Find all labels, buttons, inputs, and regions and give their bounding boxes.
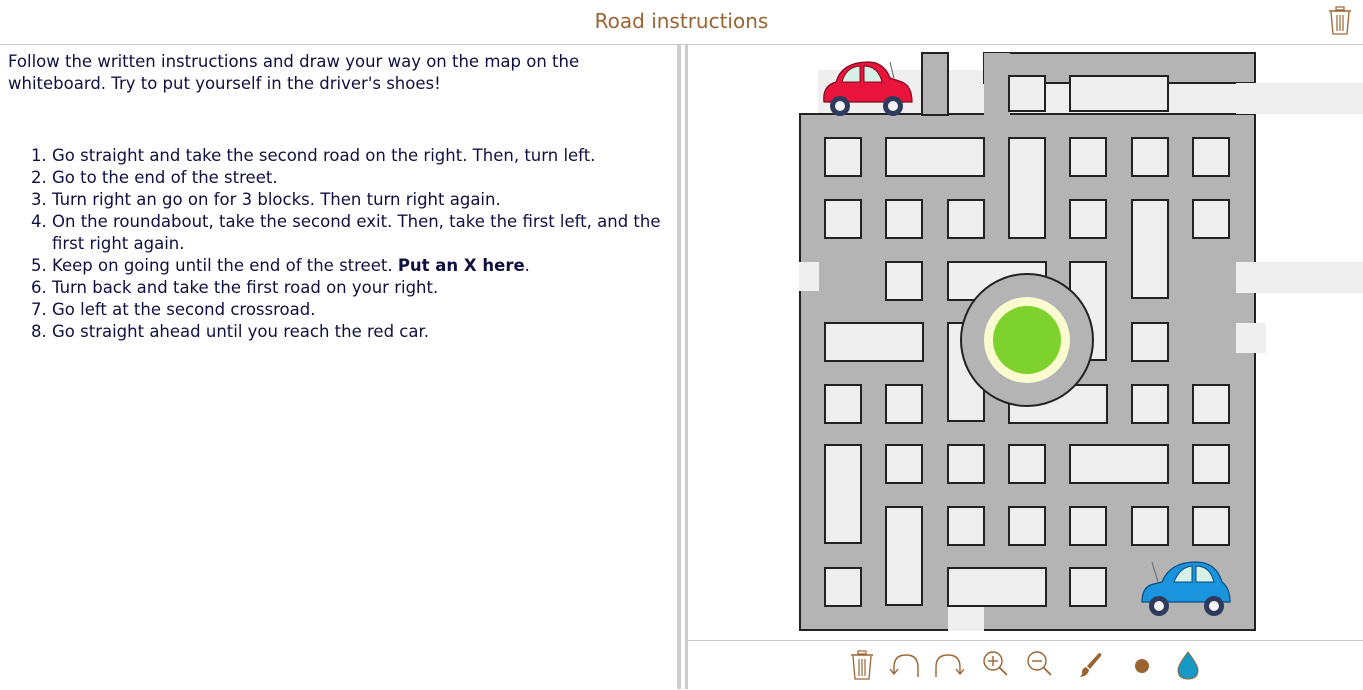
city-block (947, 444, 985, 484)
city-block (947, 506, 985, 546)
instruction-step: Go straight ahead until you reach the re… (52, 321, 672, 343)
instruction-step: Go to the end of the street. (52, 167, 672, 189)
instruction-step: Go straight and take the second road on … (52, 145, 672, 167)
redo-icon[interactable] (932, 649, 964, 681)
map-edge (1236, 83, 1363, 114)
instruction-list: Go straight and take the second road on … (8, 145, 672, 343)
city-block (1008, 444, 1046, 484)
city-block (1069, 567, 1107, 607)
city-block (1131, 384, 1169, 424)
city-block (1131, 199, 1169, 299)
city-block (885, 444, 923, 484)
undo-icon[interactable] (890, 649, 922, 681)
city-block (1008, 137, 1046, 239)
drawing-toolbar (688, 640, 1363, 690)
city-block (1192, 137, 1230, 177)
city-block (1069, 75, 1169, 112)
panel-splitter[interactable] (677, 45, 681, 689)
city-block (885, 506, 923, 606)
city-block (885, 261, 923, 301)
city-block (824, 199, 862, 239)
city-block (1069, 444, 1169, 484)
brush-icon[interactable] (1076, 649, 1104, 681)
instructions-panel: Follow the written instructions and draw… (0, 45, 676, 689)
brush-size-icon[interactable] (1128, 649, 1156, 681)
instruction-step: Go left at the second crossroad. (52, 299, 672, 321)
header: Road instructions (0, 0, 1363, 45)
city-block (824, 384, 862, 424)
city-block (947, 567, 1047, 607)
city-block (885, 384, 923, 424)
map-edge (1236, 262, 1363, 293)
roundabout-center (993, 306, 1061, 374)
city-block (885, 199, 923, 239)
trash-icon[interactable] (848, 649, 876, 681)
map-edge (799, 262, 819, 291)
roundabout (984, 297, 1070, 383)
road-area (921, 52, 949, 116)
city-block (1131, 506, 1169, 546)
trash-icon[interactable] (1327, 6, 1353, 36)
city-block (1131, 137, 1169, 177)
page-title: Road instructions (594, 9, 769, 33)
city-block (824, 322, 924, 362)
city-block (824, 567, 862, 607)
city-block (1192, 199, 1230, 239)
instruction-step: Turn back and take the first road on you… (52, 277, 672, 299)
intro-text: Follow the written instructions and draw… (8, 52, 580, 93)
city-block (1131, 322, 1169, 362)
road-area (984, 53, 1010, 115)
city-block (1008, 75, 1046, 112)
map-edge (1236, 323, 1266, 353)
city-block (1069, 199, 1107, 239)
city-block (1069, 137, 1107, 177)
instruction-step: Turn right an go on for 3 blocks. Then t… (52, 189, 672, 211)
city-block (1192, 506, 1230, 546)
city-block (1192, 444, 1230, 484)
road-map[interactable] (688, 45, 1363, 641)
instruction-step: Keep on going until the end of the stree… (52, 255, 672, 277)
city-block (1008, 506, 1046, 546)
zoom-out-icon[interactable] (1026, 649, 1054, 681)
city-block (885, 137, 985, 177)
city-block (1069, 506, 1107, 546)
put-x-emphasis: Put an X here (397, 256, 525, 275)
zoom-in-icon[interactable] (982, 649, 1010, 681)
city-block (824, 137, 862, 177)
city-block (947, 199, 985, 239)
city-block (824, 444, 862, 544)
city-block (1192, 384, 1230, 424)
instruction-step: On the roundabout, take the second exit.… (52, 211, 672, 255)
color-drop-icon[interactable] (1174, 649, 1202, 681)
whiteboard[interactable] (688, 45, 1363, 641)
